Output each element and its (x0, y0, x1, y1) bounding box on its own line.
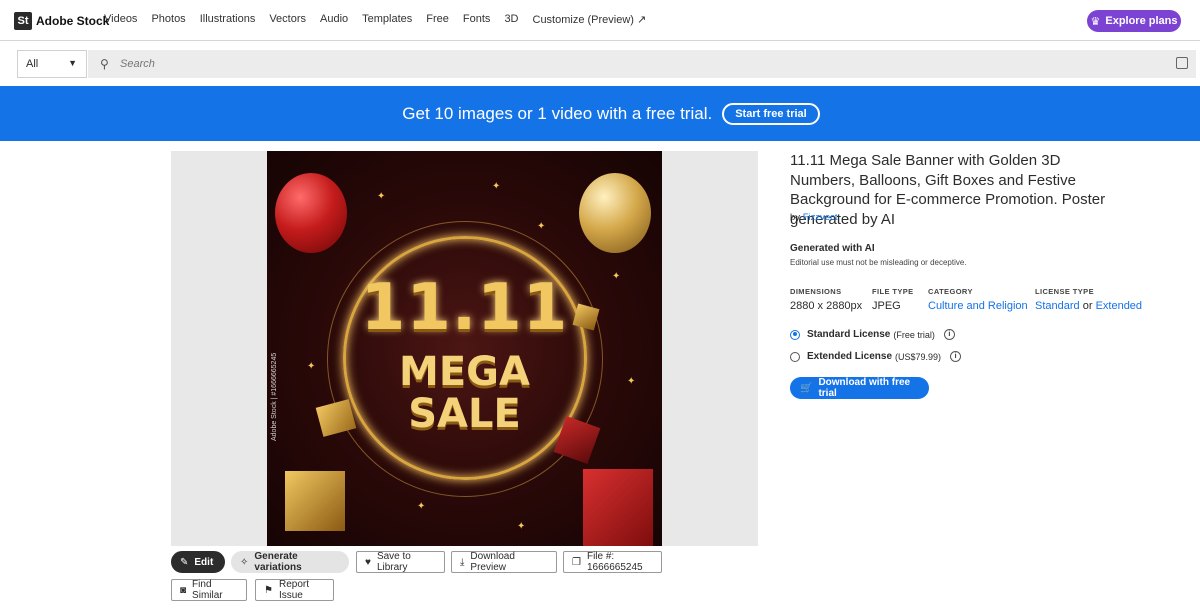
logo-mark: St (14, 12, 32, 30)
heart-icon: ♥ (365, 556, 371, 568)
flag-icon: ⚑ (264, 584, 273, 596)
download-icon: ⤓ (460, 556, 465, 568)
generated-with-ai-label: Generated with AI (790, 243, 875, 254)
chevron-down-icon: ▼ (68, 58, 77, 68)
poster-line-3: SALE (408, 391, 521, 437)
license-type-label: LICENSE TYPE (1035, 287, 1094, 296)
author-link[interactable]: Fizzvect (803, 212, 838, 223)
sparkle-icon: ✦ (417, 501, 426, 512)
extended-license-option[interactable]: Extended License (US$79.99) i (790, 351, 962, 362)
image-preview-panel: ✦ ✦ ✦ ✦ ✦ ✦ ✦ ✦ 11.11 MEGA SALE Adobe St… (171, 151, 758, 546)
sparkle-icon: ✦ (537, 221, 546, 232)
generate-variations-button[interactable]: ✧ Generate variations (231, 551, 349, 573)
file-number-button[interactable]: ❐ File #: 1666665245 (563, 551, 662, 573)
free-trial-banner: Get 10 images or 1 video with a free tri… (0, 86, 1200, 141)
nav-illustrations[interactable]: Illustrations (200, 13, 256, 26)
save-label: Save to Library (376, 551, 411, 573)
generate-label: Generate variations (254, 551, 302, 573)
nav-3d[interactable]: 3D (504, 13, 518, 26)
large-gold-gift-box (285, 471, 345, 531)
poster-line-1: 11.11 (360, 271, 569, 345)
start-free-trial-button[interactable]: Start free trial (722, 102, 820, 125)
find-similar-label: Find Similar (192, 579, 223, 601)
crown-icon: ♛ (1090, 15, 1101, 28)
logo-text: Adobe Stock (36, 14, 110, 28)
copy-icon: ❐ (572, 556, 581, 568)
author-line: by Fizzvect (790, 212, 838, 223)
nav-customize[interactable]: Customize (Preview) ↗ (533, 13, 647, 26)
watermark: Adobe Stock | #1666665245 (271, 352, 278, 441)
search-input[interactable] (120, 58, 1120, 70)
search-icon: ⚲ (100, 57, 109, 71)
search-bar: All ▼ ⚲ (0, 42, 1200, 86)
extended-license-note: (US$79.99) (895, 351, 942, 362)
report-issue-button[interactable]: ⚑ Report Issue (255, 579, 334, 601)
download-preview-label: Download Preview (470, 551, 515, 573)
extended-license-link[interactable]: Extended (1096, 300, 1142, 312)
license-type-value: Standard or Extended (1035, 300, 1142, 312)
extended-license-name: Extended License (807, 351, 893, 362)
standard-license-note: (Free trial) (893, 329, 935, 340)
nav-templates[interactable]: Templates (362, 13, 412, 26)
poster-line-2: MEGA (399, 349, 530, 395)
license-or: or (1082, 300, 1093, 312)
nav-videos[interactable]: Videos (104, 13, 137, 26)
sparkle-image-icon: ✧ (240, 556, 249, 568)
camera-icon: ◙ (180, 584, 187, 596)
standard-license-link[interactable]: Standard (1035, 300, 1080, 312)
search-box: ⚲ (88, 50, 1196, 78)
standard-license-radio[interactable] (790, 329, 800, 340)
nav-audio[interactable]: Audio (320, 13, 348, 26)
filter-value: All (26, 58, 39, 70)
standard-license-option[interactable]: Standard License (Free trial) i (790, 329, 955, 340)
file-type-label: FILE TYPE (872, 287, 914, 296)
explore-plans-button[interactable]: ♛ Explore plans (1087, 10, 1181, 32)
category-link[interactable]: Culture and Religion (928, 300, 1028, 312)
category-label: CATEGORY (928, 287, 973, 296)
explore-plans-label: Explore plans (1105, 15, 1178, 27)
editorial-notice: Editorial use must not be misleading or … (790, 258, 967, 267)
nav-vectors[interactable]: Vectors (269, 13, 306, 26)
visual-search-icon[interactable] (1176, 57, 1188, 69)
sparkle-icon: ✦ (377, 191, 386, 202)
top-navigation: St Adobe Stock Videos Photos Illustratio… (0, 0, 1200, 41)
asset-title: 11.11 Mega Sale Banner with Golden 3D Nu… (790, 152, 1106, 228)
gold-balloon (579, 173, 651, 253)
extended-license-radio[interactable] (790, 351, 800, 362)
nav-free[interactable]: Free (426, 13, 449, 26)
nav-photos[interactable]: Photos (151, 13, 185, 26)
edit-button[interactable]: ✎ Edit (171, 551, 225, 573)
adobe-stock-logo[interactable]: St Adobe Stock (14, 12, 109, 30)
asset-preview-image[interactable]: ✦ ✦ ✦ ✦ ✦ ✦ ✦ ✦ 11.11 MEGA SALE Adobe St… (267, 151, 662, 546)
find-similar-button[interactable]: ◙ Find Similar (171, 579, 247, 601)
dimensions-value: 2880 x 2880px (790, 300, 863, 312)
asset-details: 11.11 Mega Sale Banner with Golden 3D Nu… (790, 151, 1180, 399)
standard-license-name: Standard License (807, 329, 891, 340)
sparkle-icon: ✦ (492, 181, 501, 192)
nav-links: Videos Photos Illustrations Vectors Audi… (104, 13, 660, 26)
edit-label: Edit (194, 556, 214, 568)
banner-text: Get 10 images or 1 video with a free tri… (402, 103, 713, 123)
download-preview-button[interactable]: ⤓ Download Preview (451, 551, 557, 573)
file-number-label: File #: 1666665245 (586, 551, 643, 573)
info-icon[interactable]: i (943, 329, 955, 340)
sparkle-icon: ✦ (517, 521, 526, 532)
report-label: Report Issue (278, 579, 309, 601)
dimensions-label: DIMENSIONS (790, 287, 842, 296)
by-label: by (790, 212, 801, 223)
red-balloon (275, 173, 347, 253)
file-type-value: JPEG (872, 300, 901, 312)
red-shopping-bag (583, 469, 653, 546)
search-filter-dropdown[interactable]: All ▼ (17, 50, 87, 78)
info-icon[interactable]: i (950, 351, 962, 362)
cart-icon: 🛒 (800, 382, 813, 394)
download-label: Download with free trial (818, 377, 911, 399)
download-with-free-trial-button[interactable]: 🛒 Download with free trial (790, 377, 929, 399)
nav-fonts[interactable]: Fonts (463, 13, 491, 26)
save-to-library-button[interactable]: ♥ Save to Library (356, 551, 445, 573)
pencil-icon: ✎ (180, 556, 189, 568)
